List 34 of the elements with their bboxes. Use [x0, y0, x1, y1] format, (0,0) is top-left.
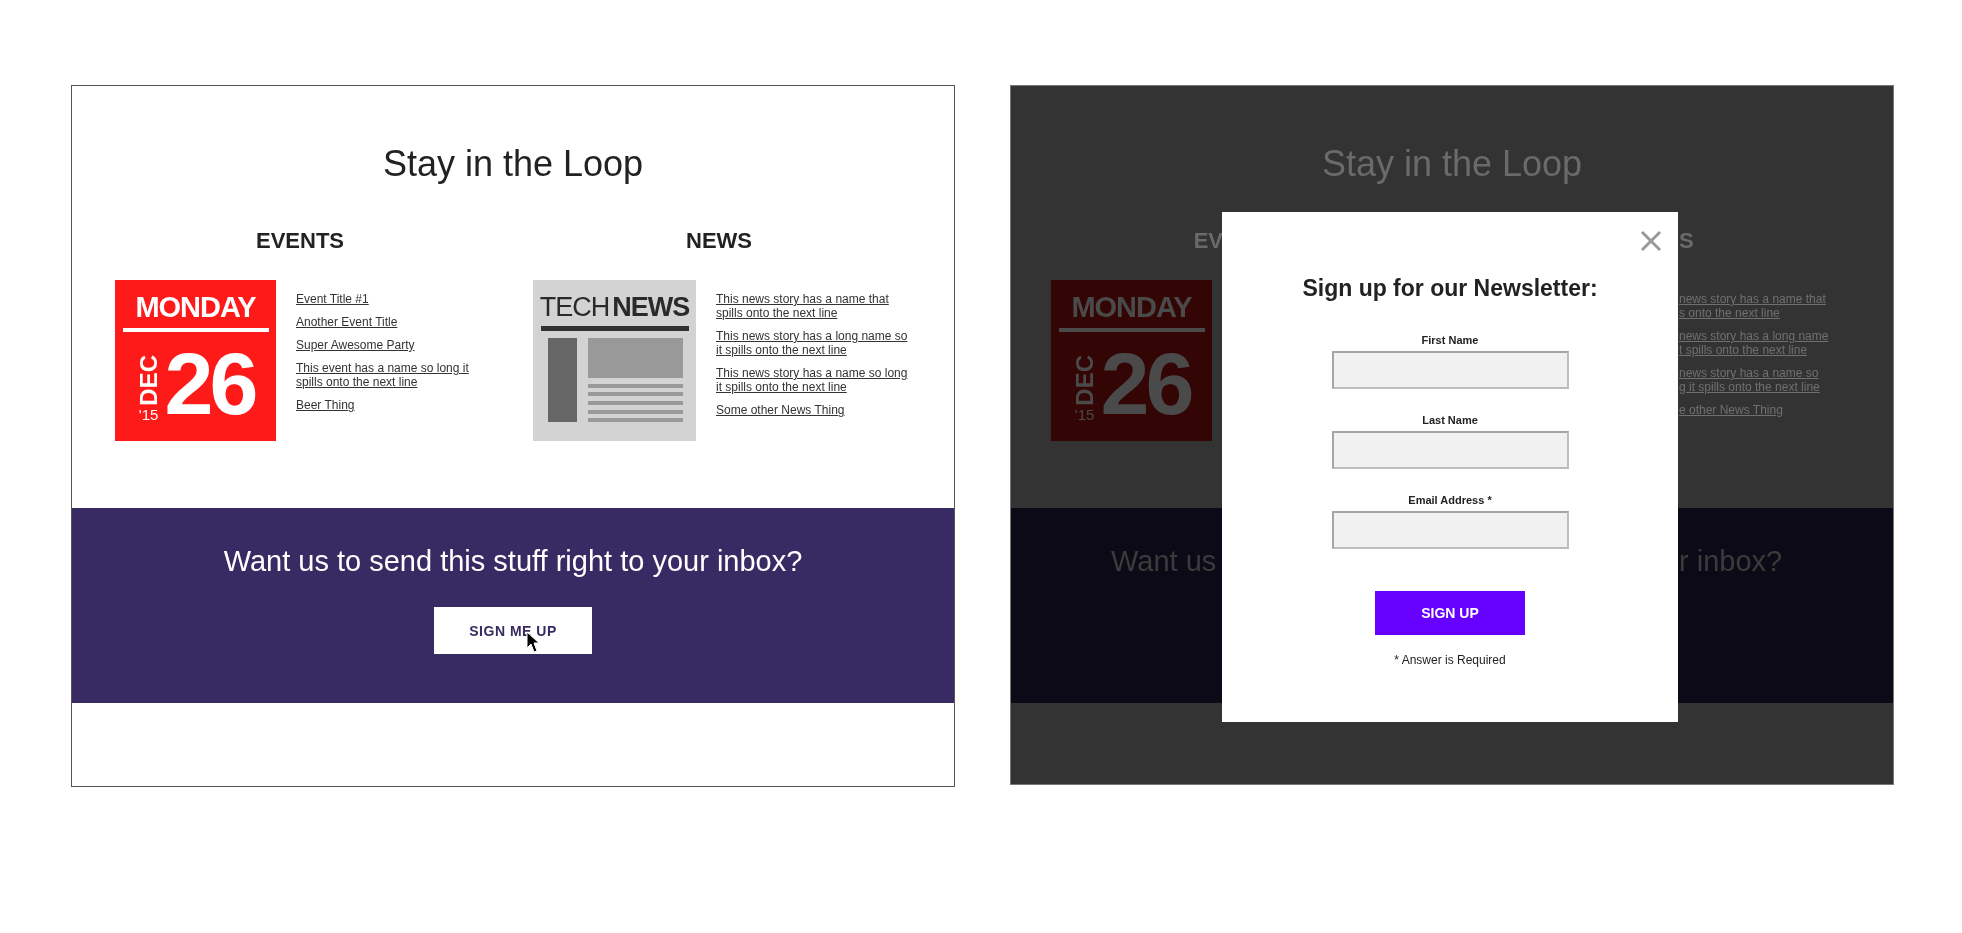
event-link[interactable]: This event has a name so long it spills onto the next line [296, 361, 496, 389]
news-link[interactable]: This news story has a name so long it spills onto the next line [716, 366, 916, 394]
news-link[interactable]: This news story has a long name so it spills onto the next line [716, 329, 916, 357]
input-field[interactable] [1331, 431, 1569, 469]
input-field[interactable] [1331, 351, 1569, 389]
input-field[interactable] [1331, 511, 1569, 549]
news-link[interactable]: Some other News Thing [716, 403, 916, 417]
event-link[interactable]: Another Event Title [296, 315, 496, 329]
field-label: First Name [1421, 333, 1479, 347]
year-label: '15 [138, 406, 159, 424]
date-number: 26 [164, 336, 255, 432]
event-link[interactable]: Beer Thing [296, 398, 496, 412]
date-number: 26 [1100, 336, 1191, 432]
month-label: DEC [136, 355, 161, 406]
sign-up-button[interactable]: SIGN UP [1375, 591, 1525, 635]
event-link[interactable]: Event Title #1 [296, 292, 496, 306]
month-label: DEC [1072, 355, 1097, 406]
field-label: Last Name [1422, 413, 1478, 427]
news-heading: NEWS [686, 227, 752, 255]
newspaper-word: TECH [539, 292, 610, 322]
close-icon[interactable] [1640, 230, 1662, 252]
day-label: MONDAY [1071, 290, 1192, 324]
modal-title: Sign up for our Newsletter: [1302, 274, 1598, 302]
event-link[interactable]: Super Awesome Party [296, 338, 496, 352]
news-link[interactable]: This news story has a name that spills onto the next line [716, 292, 916, 320]
section-title: Stay in the Loop [381, 142, 645, 186]
newspaper-word: NEWS [612, 292, 690, 322]
field-label: Email Address * [1408, 493, 1492, 507]
required-note: * Answer is Required [1394, 653, 1506, 667]
events-heading: EVENTS [256, 227, 344, 255]
sign-me-up-button[interactable]: SIGN ME UP [434, 607, 592, 654]
year-label: '15 [1074, 406, 1095, 424]
day-label: MONDAY [135, 290, 256, 324]
banner-text: Want us to send this stuff right to your inbox? [223, 544, 803, 579]
